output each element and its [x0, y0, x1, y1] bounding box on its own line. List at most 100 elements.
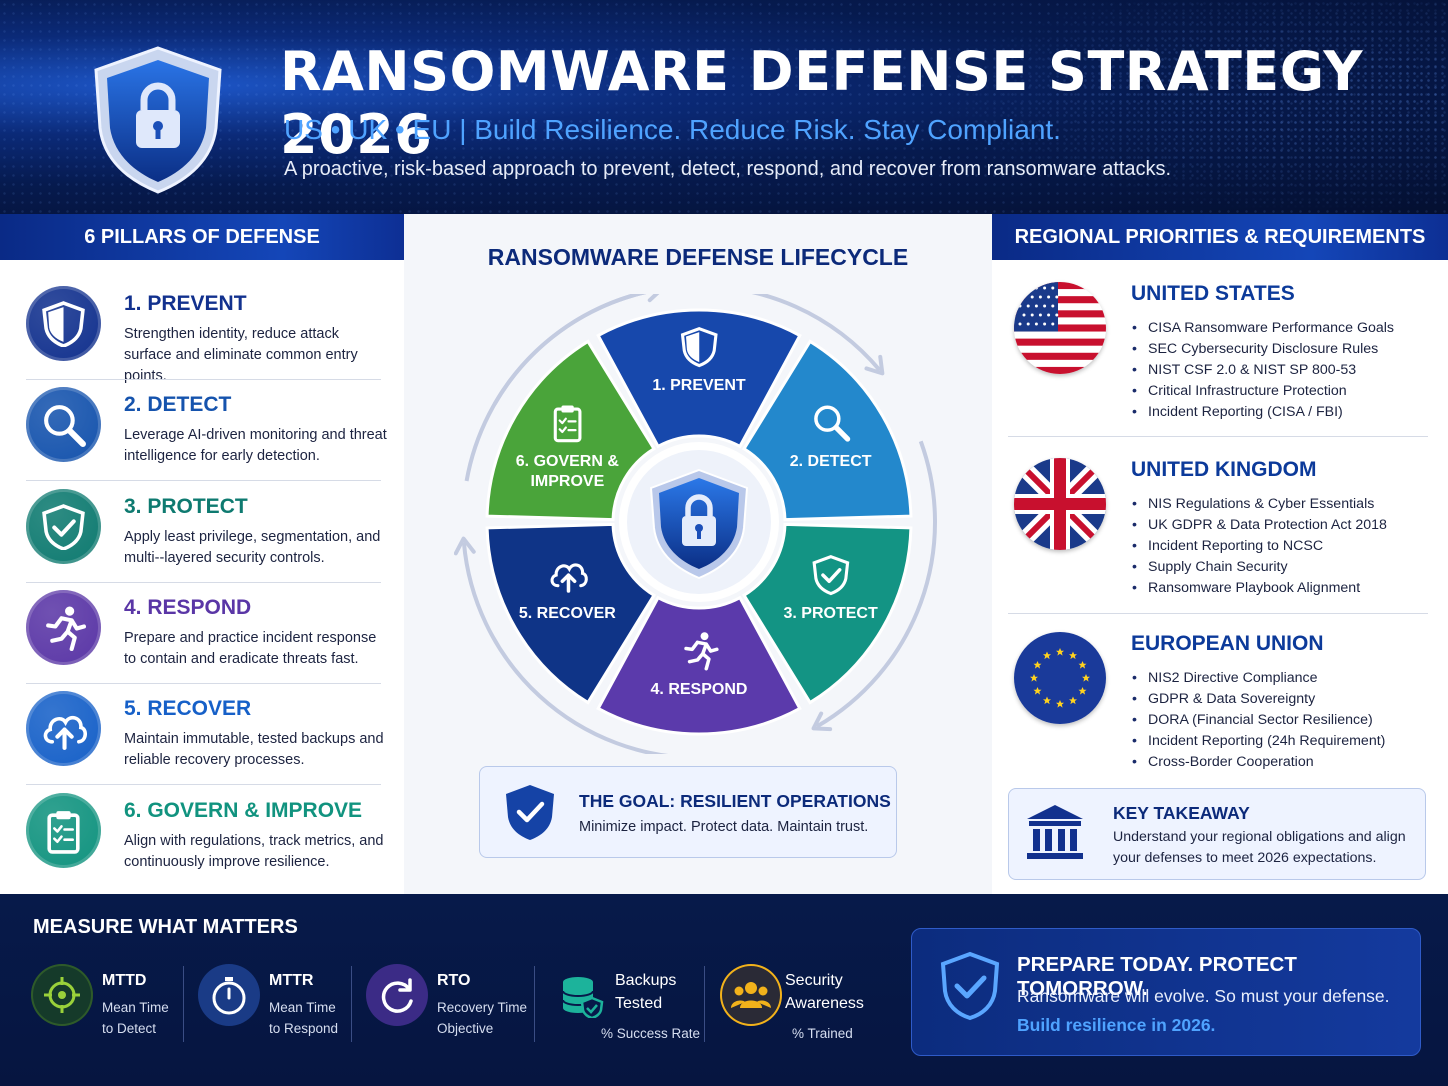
metric-name: RTO	[437, 972, 471, 989]
lifecycle-wheel: 1. PREVENT 2. DETECT 3. PROTECT 4. RESPOND 5…	[454, 294, 937, 754]
magnifier-icon	[26, 387, 101, 462]
pillar-description: Align with regulations, track metrics, a…	[124, 833, 384, 870]
metric-divider	[704, 966, 705, 1042]
uk-flag-icon	[1014, 458, 1106, 550]
requirements-list: CISA Ransomware Performance GoalsSEC Cyb…	[1132, 318, 1394, 423]
requirement-item: Incident Reporting (CISA / FBI)	[1132, 402, 1394, 423]
metric-description: Mean Time	[102, 1000, 169, 1015]
people-icon	[720, 964, 782, 1026]
pillar-title: 6. GOVERN & IMPROVE	[124, 799, 363, 822]
metrics-footer: MEASURE WHAT MATTERS PREPARE TODAY. PROT…	[0, 894, 1448, 1086]
pillar-description: Maintain immutable, tested backups and r…	[124, 731, 384, 768]
pillar-description: Prepare and practice incident response t…	[124, 630, 377, 667]
pillar-item: 3. PROTECT Apply least privilege, segmen…	[26, 481, 381, 583]
metric-item: Security Awareness % Trained	[720, 964, 880, 1054]
shield-check-icon	[26, 489, 101, 564]
requirement-item: NIST CSF 2.0 & NIST SP 800-53	[1132, 360, 1394, 381]
lifecycle-title: RANSOMWARE DEFENSE LIFECYCLE	[487, 244, 909, 270]
clipboard-icon	[26, 793, 101, 868]
divider	[1008, 613, 1428, 614]
metric-description: Mean Time	[269, 1000, 336, 1015]
metric-divider	[534, 966, 535, 1042]
requirement-item: Incident Reporting to NCSC	[1132, 536, 1387, 557]
eu-flag-icon	[1014, 632, 1106, 724]
segment-label: 6. GOVERN &	[516, 453, 620, 470]
requirement-item: SEC Cybersecurity Disclosure Rules	[1132, 339, 1394, 360]
segment-label: 4. RESPOND	[651, 681, 748, 698]
requirement-item: GDPR & Data Sovereignty	[1132, 689, 1385, 710]
us-flag-icon	[1014, 282, 1106, 374]
metric-description: Recovery Time	[437, 1000, 528, 1015]
metric-name: Backups	[615, 972, 677, 989]
metrics-heading: MEASURE WHAT MATTERS	[33, 916, 298, 938]
metric-divider	[183, 966, 184, 1042]
refresh-icon	[366, 964, 428, 1026]
pillar-title: 4. RESPOND	[124, 596, 252, 619]
region-title: EUROPEAN UNION	[1131, 632, 1324, 655]
requirement-item: Incident Reporting (24h Requirement)	[1132, 731, 1385, 752]
metric-divider	[351, 966, 352, 1042]
requirement-item: Critical Infrastructure Protection	[1132, 381, 1394, 402]
requirements-list: NIS Regulations & Cyber EssentialsUK GDP…	[1132, 494, 1387, 599]
divider	[1008, 436, 1428, 437]
stopwatch-icon	[198, 964, 260, 1026]
requirement-item: Ransomware Playbook Alignment	[1132, 578, 1387, 599]
runner-icon	[26, 590, 101, 665]
takeaway-title: KEY TAKEAWAY	[1113, 803, 1250, 823]
pillar-title: 1. PREVENT	[124, 292, 247, 315]
pillar-item: 6. GOVERN & IMPROVE Align with regulatio…	[26, 785, 384, 887]
header-tagline: US • UK • EU | Build Resilience. Reduce …	[284, 114, 1061, 145]
region-block: EUROPEAN UNION NIS2 Directive Compliance…	[1008, 632, 1428, 782]
pillars-panel: 1. PREVENT Strengthen identity, reduce a…	[0, 260, 404, 894]
goal-box: THE GOAL: RESILIENT OPERATIONS Minimize …	[479, 766, 897, 858]
segment-label: 3. PROTECT	[784, 605, 878, 622]
region-title: UNITED STATES	[1131, 282, 1295, 305]
requirement-item: NIS Regulations & Cyber Essentials	[1132, 494, 1387, 515]
shield-icon	[26, 286, 101, 361]
target-icon	[31, 964, 93, 1026]
segment-label-line2: IMPROVE	[530, 473, 604, 490]
cta-line-2: Build resilience in 2026.	[1017, 1015, 1216, 1035]
pillar-item: 5. RECOVER Maintain immutable, tested ba…	[26, 683, 384, 785]
requirements-list: NIS2 Directive ComplianceGDPR & Data Sov…	[1132, 668, 1385, 773]
header-banner: RANSOMWARE DEFENSE STRATEGY 2026 US • UK…	[0, 0, 1448, 214]
pillar-description: Apply least privilege, segmentation, and…	[124, 529, 381, 566]
pillar-item: 1. PREVENT Strengthen identity, reduce a…	[26, 278, 381, 384]
requirement-item: Supply Chain Security	[1132, 557, 1387, 578]
key-takeaway-box: KEY TAKEAWAY Understand your regional ob…	[1008, 788, 1426, 880]
metric-name: Security	[785, 972, 843, 989]
requirement-item: NIS2 Directive Compliance	[1132, 668, 1385, 689]
shield-check-icon	[506, 785, 554, 840]
pillars-heading: 6 PILLARS OF DEFENSE	[0, 214, 404, 260]
metric-description-line2: Objective	[437, 1021, 494, 1036]
pillar-title: 2. DETECT	[124, 393, 232, 416]
metric-name: MTTD	[102, 972, 147, 989]
metric-item: MTTD Mean Time to Detect	[31, 964, 191, 1054]
goal-title: THE GOAL: RESILIENT OPERATIONS	[579, 791, 891, 811]
pillar-description: Strengthen identity, reduce attack surfa…	[124, 326, 358, 384]
pillar-item: 2. DETECT Leverage AI-driven monitoring …	[26, 379, 387, 481]
segment-label: 2. DETECT	[790, 453, 872, 470]
cta-line-1: Ransomware will evolve. So must your def…	[1017, 986, 1390, 1006]
regions-panel: KEY TAKEAWAY Understand your regional ob…	[992, 260, 1448, 894]
requirement-item: CISA Ransomware Performance Goals	[1132, 318, 1394, 339]
cta-box: PREPARE TODAY. PROTECT TOMORROW. Ransomw…	[911, 928, 1421, 1056]
pillar-item: 4. RESPOND Prepare and practice incident…	[26, 582, 381, 684]
pillar-title: 5. RECOVER	[124, 697, 252, 720]
takeaway-text: Understand your regional obligations and…	[1113, 829, 1406, 866]
header-subtitle: A proactive, risk-based approach to prev…	[284, 158, 1172, 180]
region-block: UNITED KINGDOM NIS Regulations & Cyber E…	[1008, 458, 1428, 608]
requirement-item: Cross-Border Cooperation	[1132, 752, 1385, 773]
segment-label: 1. PREVENT	[652, 377, 746, 394]
pillar-title: 3. PROTECT	[124, 495, 248, 518]
pillar-description: Leverage AI-driven monitoring and threat…	[124, 427, 387, 464]
segment-label: 5. RECOVER	[519, 605, 616, 622]
metric-description-line2: to Respond	[269, 1021, 339, 1036]
database-shield-icon	[550, 964, 612, 1026]
lifecycle-panel: RANSOMWARE DEFENSE LIFECYCLE 1. PREVENT 2…	[404, 214, 992, 894]
shield-check-icon	[940, 951, 1000, 1021]
government-building-icon	[1027, 805, 1083, 859]
shield-lock-icon	[94, 46, 222, 194]
regions-heading: REGIONAL PRIORITIES & REQUIREMENTS	[992, 214, 1448, 260]
center-shield-lock-icon	[619, 442, 779, 602]
